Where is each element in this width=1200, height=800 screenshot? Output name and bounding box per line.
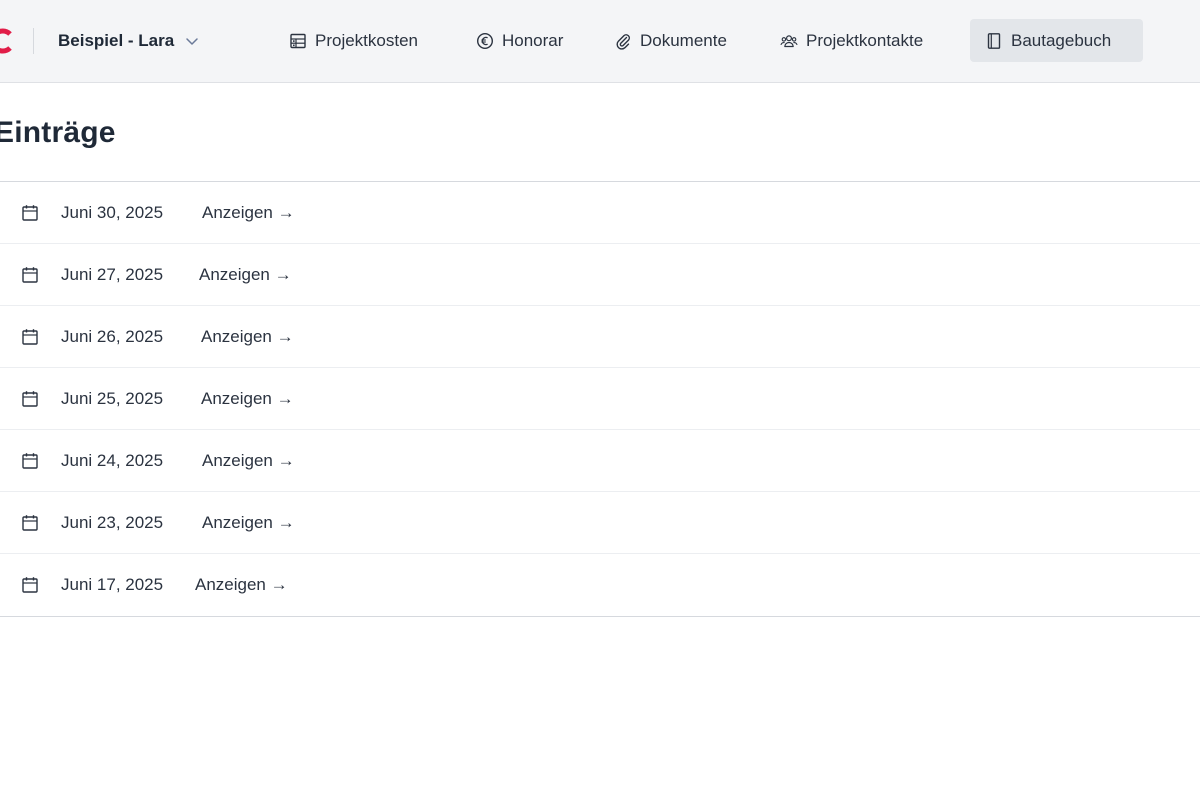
list-item: Juni 27, 2025 Anzeigen → [0,244,1200,306]
project-name: Beispiel - Lara [58,31,175,50]
list-item: Juni 26, 2025 Anzeigen → [0,306,1200,368]
book-icon [987,32,1001,49]
list-item: Juni 23, 2025 Anzeigen → [0,492,1200,554]
entry-date: Juni 30, 2025 [61,202,164,222]
entry-date: Juni 25, 2025 [61,388,164,408]
list-item: Juni 25, 2025 Anzeigen → [0,368,1200,430]
euro-icon [476,32,494,49]
calendar-icon [22,577,38,593]
list-item: Juni 17, 2025 Anzeigen → [0,554,1200,616]
users-icon [780,34,798,47]
nav-label: Projektkosten [315,30,418,50]
list-item: Juni 30, 2025 Anzeigen → [0,182,1200,244]
show-entry-link[interactable]: Anzeigen → [202,513,295,533]
calendar-icon [22,329,38,345]
calendar-icon [22,391,38,407]
paperclip-icon [616,33,630,50]
entry-date: Juni 17, 2025 [61,575,164,594]
chevron-down-icon [186,38,198,45]
show-entry-link[interactable]: Anzeigen → [202,451,295,471]
entry-date: Juni 23, 2025 [61,512,164,532]
project-selector[interactable]: Beispiel - Lara [58,29,200,53]
entry-date: Juni 26, 2025 [61,326,164,346]
nav-label: Bautagebuch [1011,30,1112,50]
nav-label: Dokumente [640,30,727,50]
header-divider [33,28,34,54]
nav-label: Projektkontakte [806,30,924,50]
table-icon [290,33,306,48]
calendar-icon [22,453,38,469]
entries-list: Juni 30, 2025 Anzeigen → Juni 27, 2025 A… [0,181,1200,617]
brand-logo-icon[interactable] [0,28,18,54]
calendar-icon [22,267,38,283]
nav-honorar[interactable]: Honorar [461,19,578,62]
nav-bautagebuch[interactable]: Bautagebuch [970,19,1143,62]
entry-date: Juni 27, 2025 [61,264,164,284]
list-item: Juni 24, 2025 Anzeigen → [0,430,1200,492]
show-entry-link[interactable]: Anzeigen → [201,327,294,347]
show-entry-link[interactable]: Anzeigen → [195,575,288,595]
nav-projektkosten[interactable]: Projektkosten [274,19,433,62]
show-entry-link[interactable]: Anzeigen → [201,389,294,409]
nav-projektkontakte[interactable]: Projektkontakte [765,19,938,62]
show-entry-link[interactable]: Anzeigen → [202,203,295,223]
calendar-icon [22,205,38,221]
calendar-icon [22,515,38,531]
show-entry-link[interactable]: Anzeigen → [199,265,292,285]
entry-date: Juni 24, 2025 [61,450,164,470]
page-title: Einträge [0,116,116,149]
top-navigation-bar: Beispiel - Lara Projektkosten Honorar Do… [0,0,1200,83]
nav-label: Honorar [502,30,564,50]
nav-dokumente[interactable]: Dokumente [599,19,742,62]
